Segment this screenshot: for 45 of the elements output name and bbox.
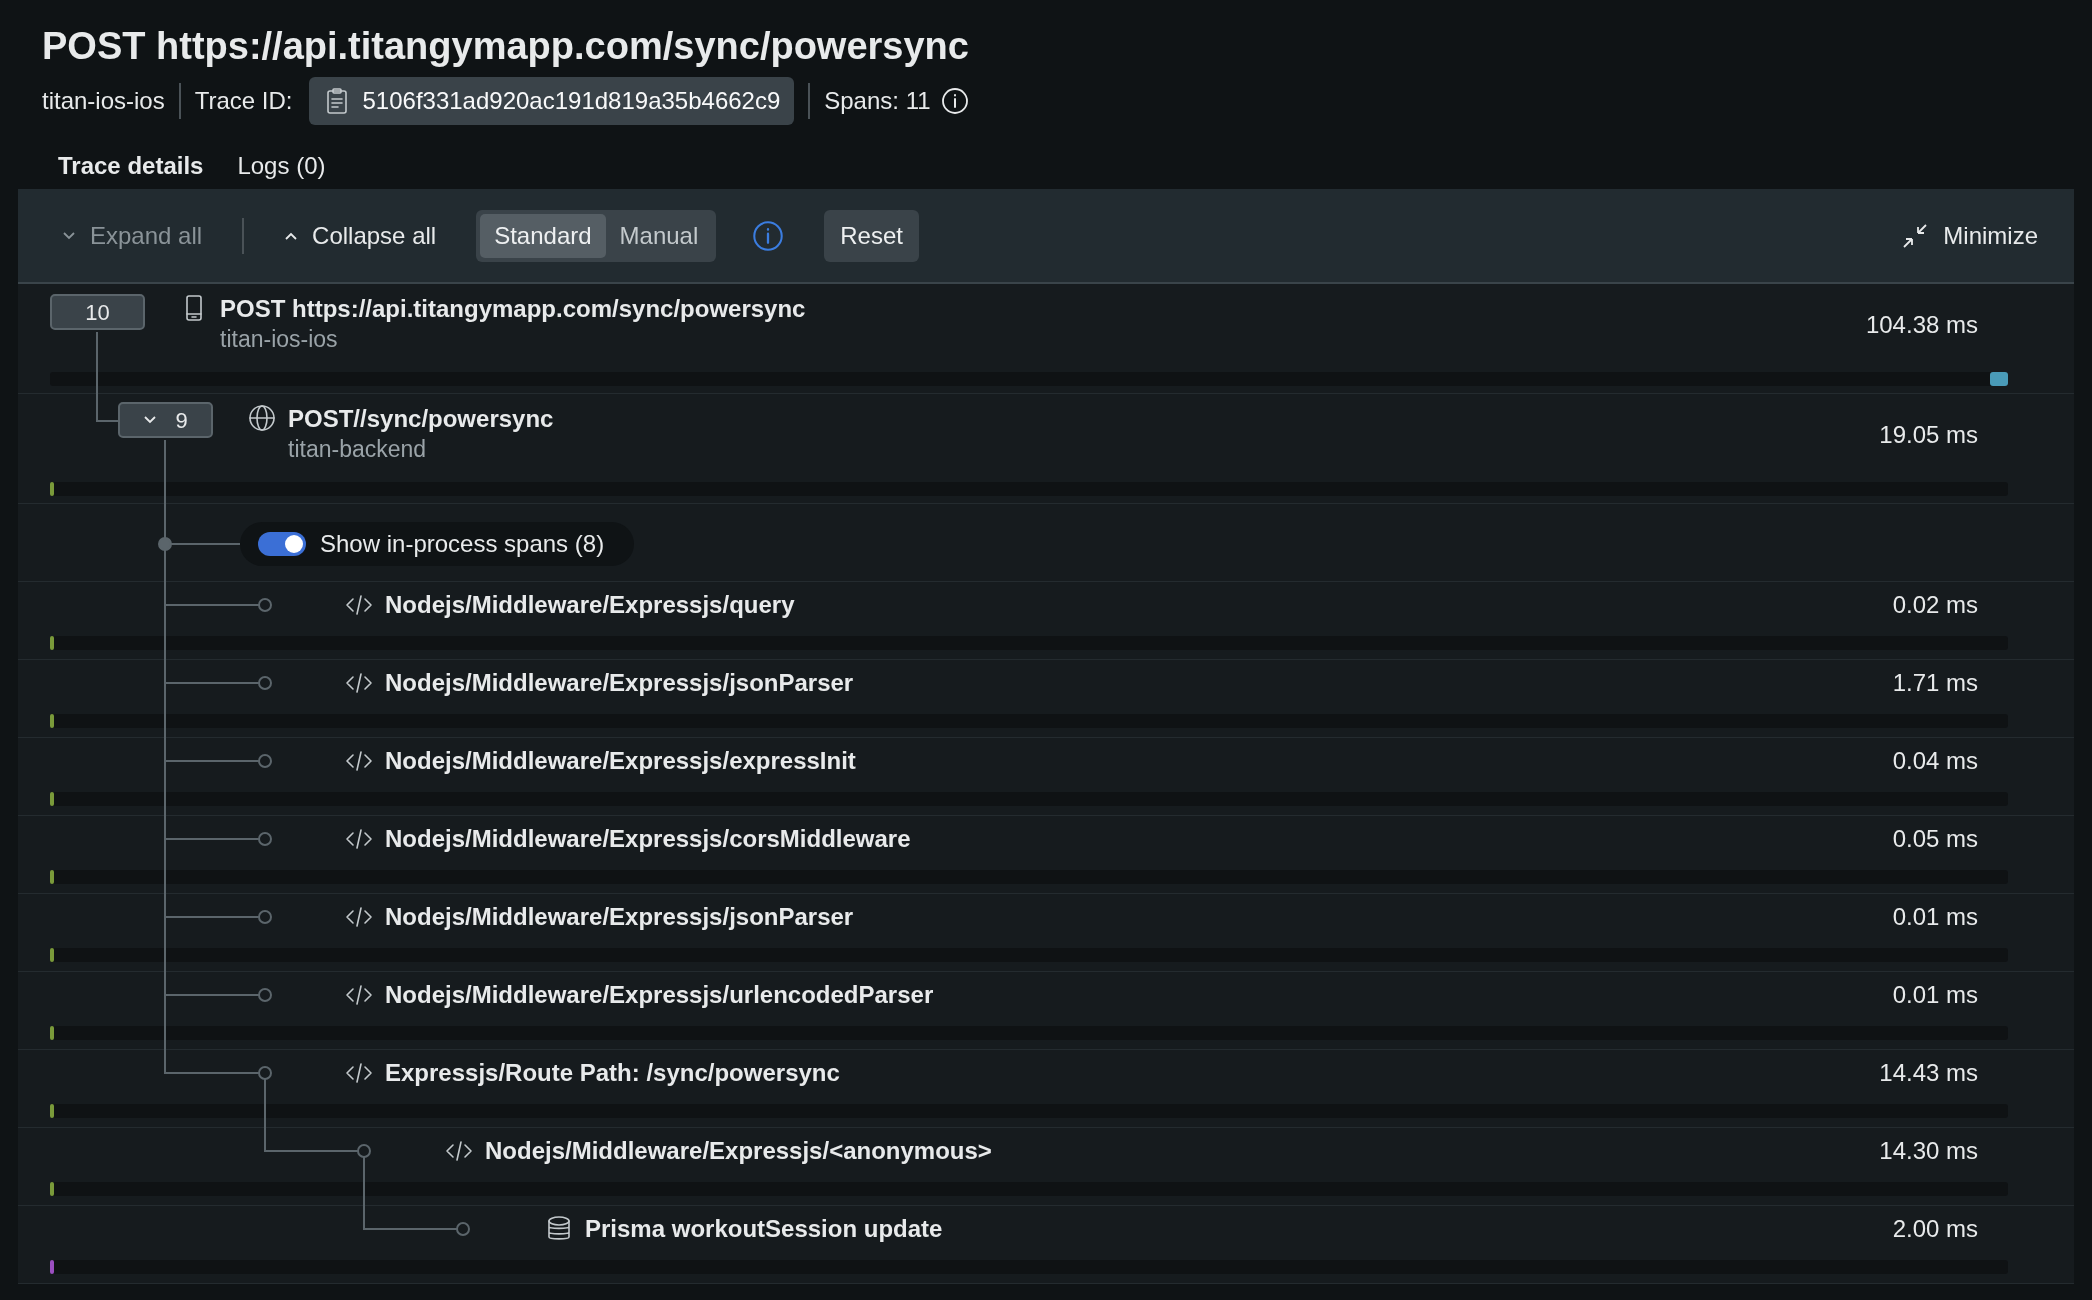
service-name: titan-ios-ios (42, 86, 165, 117)
span-name: Nodejs/Middleware/Expressjs/corsMiddleware (385, 824, 911, 855)
span-count: Spans: 11 (824, 86, 931, 117)
globe-icon (248, 404, 276, 433)
info-icon (940, 87, 969, 116)
span-duration: 14.43 ms (1879, 1058, 1978, 1089)
service-name: titan-backend (288, 435, 428, 465)
child-count-toggle[interactable]: 10 (50, 294, 145, 331)
span-duration: 0.02 ms (1892, 590, 1978, 621)
span-duration: 1.71 ms (1892, 668, 1978, 699)
span-name: Nodejs/Middleware/Expressjs/jsonParser (385, 902, 854, 933)
span-duration: 19.05 ms (1879, 420, 1978, 451)
trace-id-copy-button[interactable]: 5106f331ad920ac191d819a35b4662c9 (308, 77, 795, 126)
minimize-icon (1901, 221, 1930, 250)
span-duration: 2.00 ms (1892, 1214, 1978, 1245)
minimize-button[interactable]: Minimize (1901, 217, 2038, 254)
reset-button[interactable]: Reset (824, 209, 919, 262)
span-duration: 14.30 ms (1879, 1136, 1978, 1167)
span-name: Prisma workoutSession update (585, 1214, 943, 1245)
tab[interactable]: Logs (0) (237, 149, 326, 184)
collapse-all-button[interactable]: Collapse all (284, 217, 437, 254)
span-name: POST https://api.titangymapp.com/sync/powersync (220, 294, 806, 325)
span-duration: 0.05 ms (1892, 824, 1978, 855)
tab[interactable]: Trace details (58, 149, 204, 184)
in-process-spans-toggle[interactable]: Show in-process spans (8) (240, 522, 635, 567)
span-name: Nodejs/Middleware/Expressjs/<anonymous> (485, 1136, 992, 1167)
trace-id-label: Trace ID: (194, 86, 293, 117)
span-name: Nodejs/Middleware/Expressjs/expressInit (385, 746, 856, 777)
span-duration: 0.01 ms (1892, 902, 1978, 933)
child-count-toggle[interactable]: 9 (118, 402, 213, 439)
info-icon (752, 219, 785, 252)
view-mode-option[interactable]: Standard (480, 213, 606, 258)
service-name: titan-ios-ios (220, 325, 339, 355)
span-name: Nodejs/Middleware/Expressjs/query (385, 590, 795, 621)
span-duration: 104.38 ms (1865, 310, 1978, 341)
span-name: POST//sync/powersync (288, 404, 554, 435)
toggle-label: Show in-process spans (8) (320, 529, 605, 560)
span-name: Nodejs/Middleware/Expressjs/urlencodedParser (385, 980, 934, 1011)
span-duration: 0.04 ms (1892, 746, 1978, 777)
page-title: POST https://api.titangymapp.com/sync/powersync (42, 24, 970, 69)
span-name: Nodejs/Middleware/Expressjs/jsonParser (385, 668, 854, 699)
span-duration: 0.01 ms (1892, 980, 1978, 1011)
toggle-switch[interactable] (258, 532, 306, 557)
span-name: Expressjs/Route Path: /sync/powersync (385, 1058, 840, 1089)
view-mode-option[interactable]: Manual (605, 213, 713, 258)
